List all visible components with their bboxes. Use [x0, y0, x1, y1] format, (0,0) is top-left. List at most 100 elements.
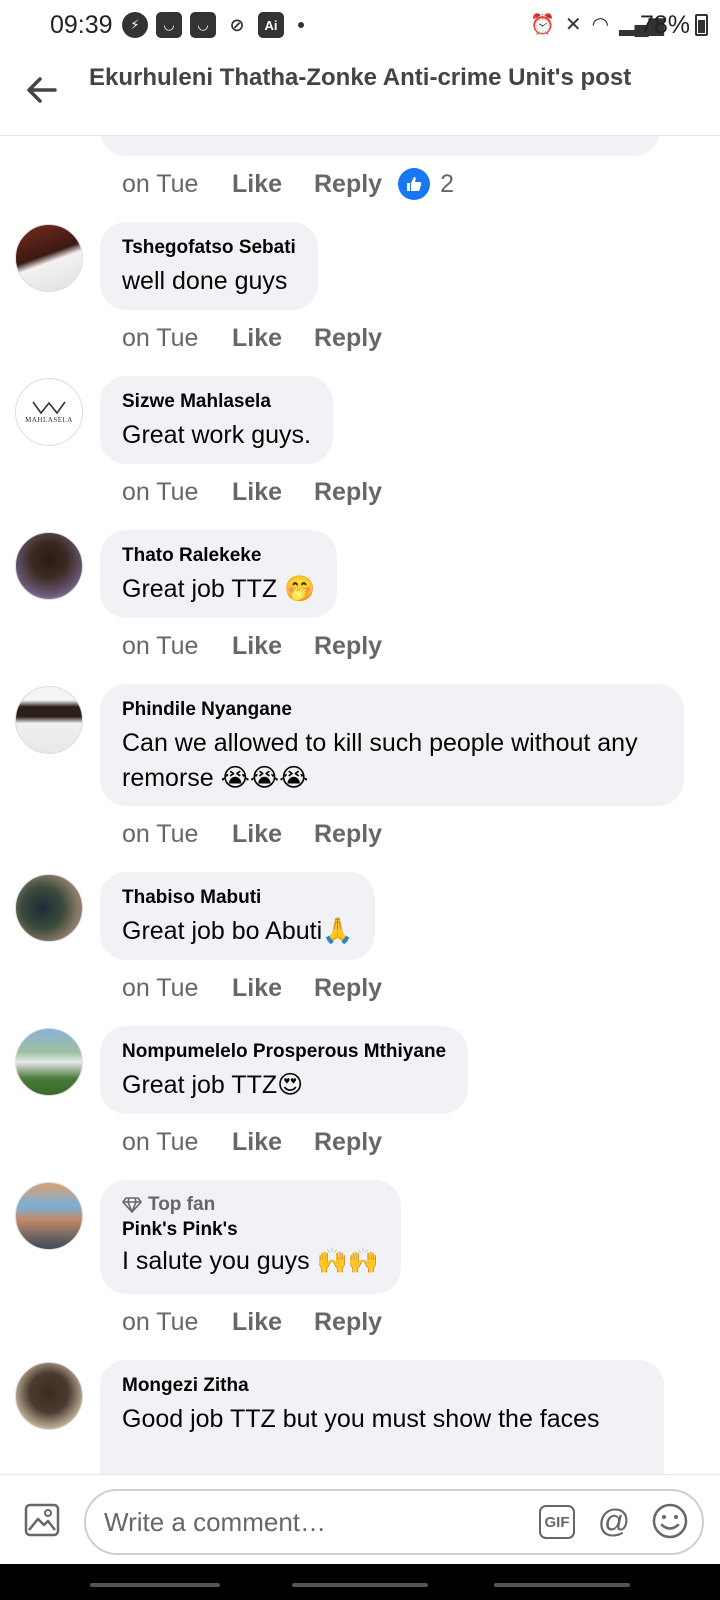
- comment-composer: GIF @: [0, 1474, 720, 1564]
- like-button[interactable]: Like: [232, 324, 314, 353]
- back-arrow-icon: [27, 77, 57, 103]
- recents-button[interactable]: [90, 1583, 220, 1587]
- avatar[interactable]: [15, 224, 83, 292]
- like-button[interactable]: Like: [232, 170, 314, 199]
- avatar[interactable]: MAHLASELA: [15, 378, 83, 446]
- reply-button[interactable]: Reply: [314, 170, 382, 199]
- gif-button[interactable]: GIF: [539, 1505, 575, 1539]
- like-button[interactable]: Like: [232, 1128, 314, 1157]
- comment-author[interactable]: Mongezi Zitha: [122, 1374, 642, 1398]
- status-time: 09:39: [50, 11, 113, 39]
- comment-actions: on Tue Like Reply: [122, 474, 382, 510]
- emoji-button[interactable]: [650, 1501, 690, 1541]
- hand-over-mouth-emoji: 🤭: [284, 575, 316, 603]
- top-fan-badge: Top fan: [122, 1192, 379, 1218]
- avatar[interactable]: [15, 1028, 83, 1096]
- comment-bubble: Thato Ralekeke Great job TTZ 🤭: [100, 530, 338, 618]
- comment-bubble: Top fan Pink's Pink's I salute you guys …: [100, 1180, 401, 1294]
- avatar-logo-text: MAHLASELA: [25, 416, 73, 424]
- comment-actions: on Tue Like Reply: [122, 816, 382, 852]
- comment-time: on Tue: [122, 631, 199, 660]
- comment-bubble: Mongezi Zitha Good job TTZ but you must …: [100, 1360, 664, 1474]
- reaction-count: 2: [440, 169, 454, 198]
- thumbs-up-icon: [398, 168, 431, 200]
- wifi-icon: ◠: [591, 14, 610, 36]
- comment-time: on Tue: [122, 323, 199, 352]
- reply-button[interactable]: Reply: [314, 974, 382, 1003]
- mention-button[interactable]: @: [594, 1501, 634, 1541]
- battery-level: 78%: [639, 11, 690, 39]
- status-bar: 09:39 ⚡ ◡ ◡ ⊘ Ai ⏰ ✕ ◠ ▂▄▆ 78%: [0, 0, 720, 52]
- crown-logo-icon: [32, 401, 66, 415]
- comment-time: on Tue: [122, 1127, 199, 1156]
- vibrate-off-icon: ✕: [564, 14, 582, 36]
- comment-time: on Tue: [122, 973, 199, 1002]
- avatar[interactable]: [15, 1362, 83, 1430]
- bolt-icon: ⚡: [122, 12, 148, 38]
- comment-bubble: Tshegofatso Sebati well done guys: [100, 222, 318, 310]
- image-icon: [24, 1503, 60, 1537]
- like-button[interactable]: Like: [232, 1308, 314, 1337]
- comment-author[interactable]: Phindile Nyangane: [122, 698, 662, 722]
- folded-hands-emoji: 🙏: [322, 917, 354, 945]
- reply-button[interactable]: Reply: [314, 632, 382, 661]
- avatar[interactable]: [15, 874, 83, 942]
- avatar[interactable]: [15, 1182, 83, 1250]
- comment-text: well done guys: [122, 267, 288, 295]
- comment-time: on Tue: [122, 1307, 199, 1336]
- comments-feed[interactable]: on Tue Like Reply 2 Tshegofatso Sebati w…: [0, 136, 720, 1474]
- home-button[interactable]: [292, 1583, 428, 1587]
- comment-author[interactable]: Pink's Pink's: [122, 1218, 379, 1242]
- comment-author[interactable]: Sizwe Mahlasela: [122, 390, 311, 414]
- alarm-icon: ⏰: [529, 14, 555, 36]
- comment-author[interactable]: Nompumelelo Prosperous Mthiyane: [122, 1040, 446, 1064]
- battery-icon: [695, 14, 708, 36]
- smiley-icon: [652, 1503, 688, 1539]
- comment-time: on Tue: [122, 477, 199, 506]
- reply-button[interactable]: Reply: [314, 1308, 382, 1337]
- partial-comment-bubble: [100, 136, 660, 156]
- reply-button[interactable]: Reply: [314, 324, 382, 353]
- comment-bubble: Phindile Nyangane Can we allowed to kill…: [100, 684, 684, 806]
- reply-button[interactable]: Reply: [314, 1128, 382, 1157]
- avatar[interactable]: [15, 532, 83, 600]
- comment-actions: on Tue Like Reply: [122, 628, 382, 664]
- reply-button[interactable]: Reply: [314, 820, 382, 849]
- bag-icon: ◡: [190, 12, 216, 38]
- comment-actions: on Tue Like Reply: [122, 970, 382, 1006]
- dot-icon: [298, 22, 304, 28]
- page-title: Ekurhuleni Thatha-Zonke Anti-crime Unit'…: [89, 64, 632, 91]
- reply-button[interactable]: Reply: [314, 478, 382, 507]
- comment-text: Good job TTZ but you must show the faces: [122, 1405, 600, 1433]
- mute-icon: ⊘: [229, 14, 245, 35]
- comment-text: Great job bo Abuti🙏: [122, 917, 354, 945]
- back-nav-button[interactable]: [494, 1583, 630, 1587]
- comment-author[interactable]: Thato Ralekeke: [122, 544, 315, 568]
- comment-actions: on Tue Like Reply 2: [122, 166, 454, 202]
- comment-bubble: Sizwe Mahlasela Great work guys.: [100, 376, 333, 464]
- comment-text: Great job TTZ😍: [122, 1071, 304, 1099]
- comment-time: on Tue: [122, 169, 199, 198]
- like-button[interactable]: Like: [232, 632, 314, 661]
- like-button[interactable]: Like: [232, 974, 314, 1003]
- notification-icons: ⚡ ◡ ◡ ⊘ Ai: [122, 12, 304, 38]
- comment-text: Can we allowed to kill such people witho…: [122, 729, 638, 792]
- comment-actions: on Tue Like Reply: [122, 320, 382, 356]
- like-button[interactable]: Like: [232, 478, 314, 507]
- comment-text: Great work guys.: [122, 421, 311, 449]
- comment-time: on Tue: [122, 819, 199, 848]
- comment-text: I salute you guys 🙌🙌: [122, 1247, 379, 1275]
- reaction-summary[interactable]: 2: [398, 168, 454, 200]
- avatar[interactable]: [15, 686, 83, 754]
- system-nav-bar: [0, 1564, 720, 1600]
- diamond-icon: [122, 1197, 142, 1213]
- ai-icon: Ai: [258, 12, 284, 38]
- comment-author[interactable]: Tshegofatso Sebati: [122, 236, 296, 260]
- photo-button[interactable]: [20, 1497, 64, 1541]
- comment-actions: on Tue Like Reply: [122, 1124, 382, 1160]
- bag-icon: ◡: [156, 12, 182, 38]
- comment-author[interactable]: Thabiso Mabuti: [122, 886, 353, 910]
- like-button[interactable]: Like: [232, 820, 314, 849]
- app-header: Ekurhuleni Thatha-Zonke Anti-crime Unit'…: [0, 52, 720, 136]
- back-button[interactable]: [22, 70, 62, 110]
